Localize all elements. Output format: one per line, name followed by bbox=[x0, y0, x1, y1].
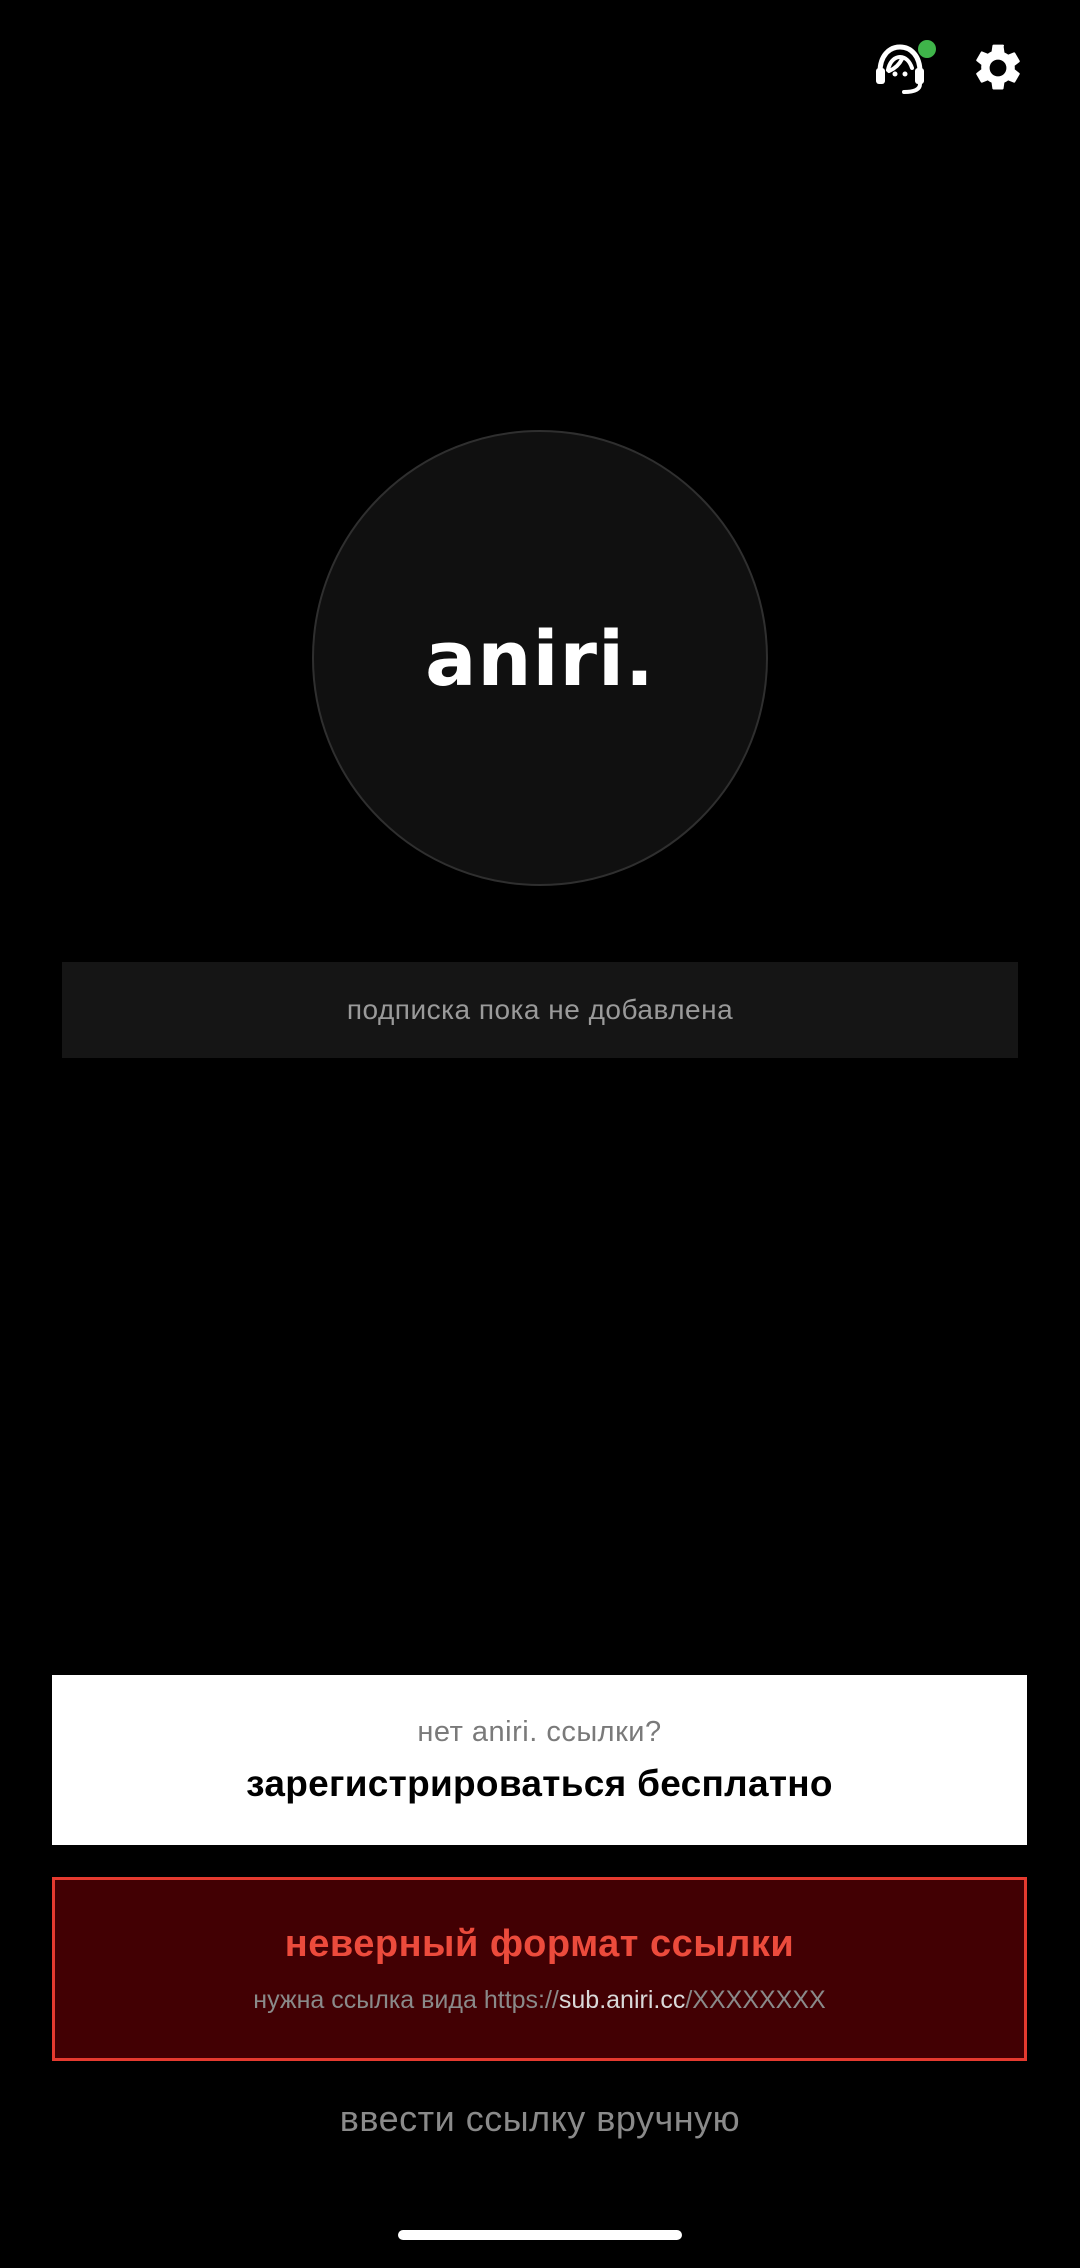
home-indicator[interactable] bbox=[398, 2230, 682, 2240]
screen: aniri. подписка пока не добавлена нет an… bbox=[0, 0, 1080, 2268]
top-icons bbox=[870, 40, 1028, 100]
error-banner: неверный формат ссылки нужна ссылка вида… bbox=[52, 1877, 1027, 2061]
gear-icon bbox=[970, 40, 1026, 101]
error-title: неверный формат ссылки bbox=[284, 1923, 795, 1965]
manual-entry-link[interactable]: ввести ссылку вручную bbox=[0, 2098, 1080, 2140]
register-button[interactable]: нет aniri. ссылки? зарегистрироваться бе… bbox=[52, 1675, 1027, 1845]
online-status-dot bbox=[918, 40, 936, 58]
error-hint-suffix: /XXXXXXXX bbox=[685, 1986, 826, 2014]
register-action-label: зарегистрироваться бесплатно bbox=[246, 1762, 833, 1804]
subscription-status: подписка пока не добавлена bbox=[62, 962, 1018, 1058]
error-hint-prefix: нужна ссылка вида https:// bbox=[253, 1986, 559, 2014]
error-hint-domain: sub.aniri.cc bbox=[558, 1986, 686, 2014]
support-button[interactable] bbox=[870, 40, 936, 100]
register-question: нет aniri. ссылки? bbox=[417, 1715, 662, 1748]
logo-circle: aniri. bbox=[312, 430, 768, 886]
error-hint: нужна ссылка вида https://sub.aniri.cc/X… bbox=[253, 1986, 825, 2015]
logo-text: aniri. bbox=[425, 613, 655, 703]
settings-button[interactable] bbox=[968, 40, 1028, 100]
